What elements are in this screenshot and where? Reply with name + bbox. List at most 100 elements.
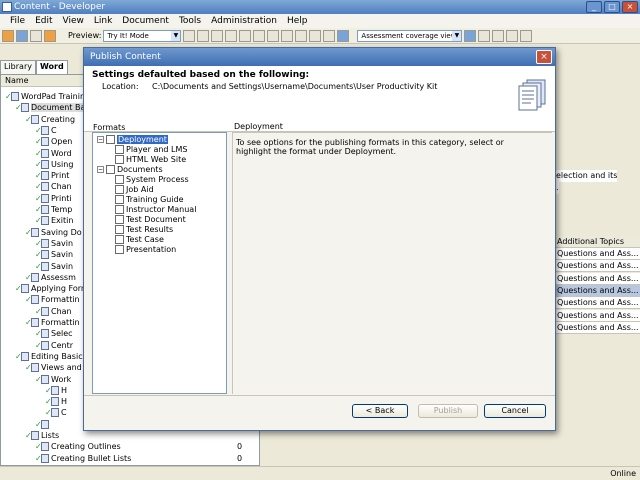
table-row[interactable]: Questions and Ass... <box>555 297 640 310</box>
publish-icon[interactable] <box>44 29 56 42</box>
tree-item[interactable]: ✓ Word <box>35 148 72 159</box>
tree-item[interactable]: ✓ H <box>45 385 67 396</box>
table-row[interactable]: Questions and Ass... <box>555 248 640 260</box>
save-icon[interactable] <box>16 29 28 42</box>
cancel-button[interactable]: Cancel <box>484 404 546 418</box>
tree-item[interactable]: ✓ Creating Outlines 0 <box>35 441 242 452</box>
cut-icon[interactable] <box>197 29 210 42</box>
undo-icon[interactable] <box>253 29 266 42</box>
format-checkbox[interactable] <box>115 225 124 234</box>
format-checkbox[interactable] <box>115 215 124 224</box>
view-mode-5-icon[interactable] <box>520 29 533 42</box>
tree-item[interactable]: ✓ Chan <box>35 181 72 192</box>
tree-item[interactable]: ✓ Temp <box>35 204 72 215</box>
format-checkbox[interactable] <box>115 175 124 184</box>
tree-item[interactable]: ✓ Document Ba <box>15 102 86 113</box>
pane-divider[interactable] <box>232 132 233 394</box>
dialog-close-button[interactable]: × <box>536 50 552 64</box>
format-item[interactable]: Test Document <box>115 215 186 225</box>
tree-item[interactable]: ✓ Work <box>35 374 71 385</box>
menu-administration[interactable]: Administration <box>211 14 277 28</box>
outline-icon[interactable] <box>295 29 308 42</box>
print-icon[interactable] <box>30 29 42 42</box>
format-checkbox[interactable] <box>115 235 124 244</box>
tree-item[interactable]: ✓ C <box>45 407 67 418</box>
tree-item[interactable]: ✓ Editing Basics <box>15 351 87 362</box>
table-row[interactable]: Questions and Ass... <box>555 272 640 285</box>
menu-view[interactable]: View <box>63 14 84 28</box>
format-checkbox[interactable] <box>115 185 124 194</box>
tree-item[interactable]: ✓ Assessm <box>25 272 76 283</box>
format-item[interactable]: Player and LMS <box>115 145 187 155</box>
format-item[interactable]: − Deployment <box>97 135 168 145</box>
link-icon[interactable] <box>281 29 294 42</box>
column-header-additional-topics[interactable]: Additional Topics <box>555 236 640 248</box>
format-item[interactable]: Instructor Manual <box>115 205 196 215</box>
tree-item[interactable]: ✓ H <box>45 396 67 407</box>
format-item[interactable]: − Documents <box>97 165 163 175</box>
view-mode-1-icon[interactable] <box>464 29 477 42</box>
tab-library[interactable]: Library <box>0 60 36 74</box>
table-row[interactable]: Questions and Ass... <box>555 260 640 273</box>
format-checkbox[interactable] <box>115 205 124 214</box>
menu-help[interactable]: Help <box>287 14 308 28</box>
tree-item[interactable]: ✓ Saving Do <box>25 227 82 238</box>
redo-icon[interactable] <box>267 29 280 42</box>
copy-icon[interactable] <box>211 29 224 42</box>
table-row[interactable]: Questions and Ass... <box>555 309 640 322</box>
format-checkbox[interactable] <box>106 135 115 144</box>
tree-item[interactable]: ✓ Using <box>35 159 73 170</box>
tree-item[interactable]: ✓ Creating <box>25 114 75 125</box>
tree-column-header[interactable]: Name <box>1 75 86 87</box>
format-item[interactable]: System Process <box>115 175 189 185</box>
tab-word[interactable]: Word <box>35 60 68 74</box>
publish-button[interactable]: Publish <box>418 404 478 418</box>
tree-item[interactable]: ✓ Lists <box>25 430 59 441</box>
preview-play-icon[interactable] <box>183 29 196 42</box>
tree-item[interactable]: ✓ Savin <box>35 261 73 272</box>
menu-link[interactable]: Link <box>94 14 112 28</box>
tree-item[interactable]: ✓ Formattin <box>25 294 80 305</box>
format-checkbox[interactable] <box>115 195 124 204</box>
menu-tools[interactable]: Tools <box>179 14 201 28</box>
tree-item[interactable]: ✓ <box>35 419 51 430</box>
format-checkbox[interactable] <box>115 145 124 154</box>
paste-icon[interactable] <box>225 29 238 42</box>
delete-icon[interactable] <box>239 29 252 42</box>
tree-item[interactable]: ✓ Selec <box>35 328 73 339</box>
tree-item[interactable]: ✓ Print <box>35 170 69 181</box>
format-item[interactable]: Presentation <box>115 245 176 255</box>
format-item[interactable]: Test Case <box>115 235 164 245</box>
tree-item[interactable]: ✓ Open <box>35 136 72 147</box>
tree-item[interactable]: ✓ Views and <box>25 362 82 373</box>
format-item[interactable]: Job Aid <box>115 185 154 195</box>
view-mode-4-icon[interactable] <box>506 29 519 42</box>
menu-document[interactable]: Document <box>122 14 169 28</box>
view-mode-3-icon[interactable] <box>492 29 505 42</box>
tree-item[interactable]: ✓ Savin <box>35 238 73 249</box>
table-row[interactable]: Questions and Ass... <box>555 284 640 297</box>
format-checkbox[interactable] <box>115 155 124 164</box>
collapse-toggle-icon[interactable]: − <box>97 166 104 173</box>
close-window-button[interactable]: × <box>622 1 638 13</box>
tree-item[interactable]: ✓ Savin <box>35 249 73 260</box>
tree-item[interactable]: ✓ WordPad Training <box>5 91 90 102</box>
view-select[interactable]: Assessment coverage view ▼ <box>357 29 463 42</box>
view-mode-2-icon[interactable] <box>478 29 491 42</box>
tree-item[interactable]: ✓ Exitin <box>35 215 73 226</box>
preview-mode-select[interactable]: Try It! Mode ▼ <box>103 29 182 42</box>
table-row[interactable]: Questions and Ass... <box>555 321 640 334</box>
tree-item[interactable]: ✓ Formattin <box>25 317 80 328</box>
menu-file[interactable]: File <box>10 14 25 28</box>
back-button[interactable]: < Back <box>352 404 408 418</box>
format-item[interactable]: Test Results <box>115 225 173 235</box>
format-item[interactable]: HTML Web Site <box>115 155 186 165</box>
tree-item[interactable]: ✓ C <box>35 125 57 136</box>
tree-item[interactable]: ✓ Centr <box>35 340 73 351</box>
collapse-toggle-icon[interactable]: − <box>97 136 104 143</box>
open-folder-icon[interactable] <box>2 29 14 42</box>
maximize-button[interactable]: □ <box>604 1 620 13</box>
collapse-icon[interactable] <box>309 29 322 42</box>
format-checkbox[interactable] <box>106 165 115 174</box>
tree-item[interactable]: ✓ Applying Forn <box>15 283 86 294</box>
